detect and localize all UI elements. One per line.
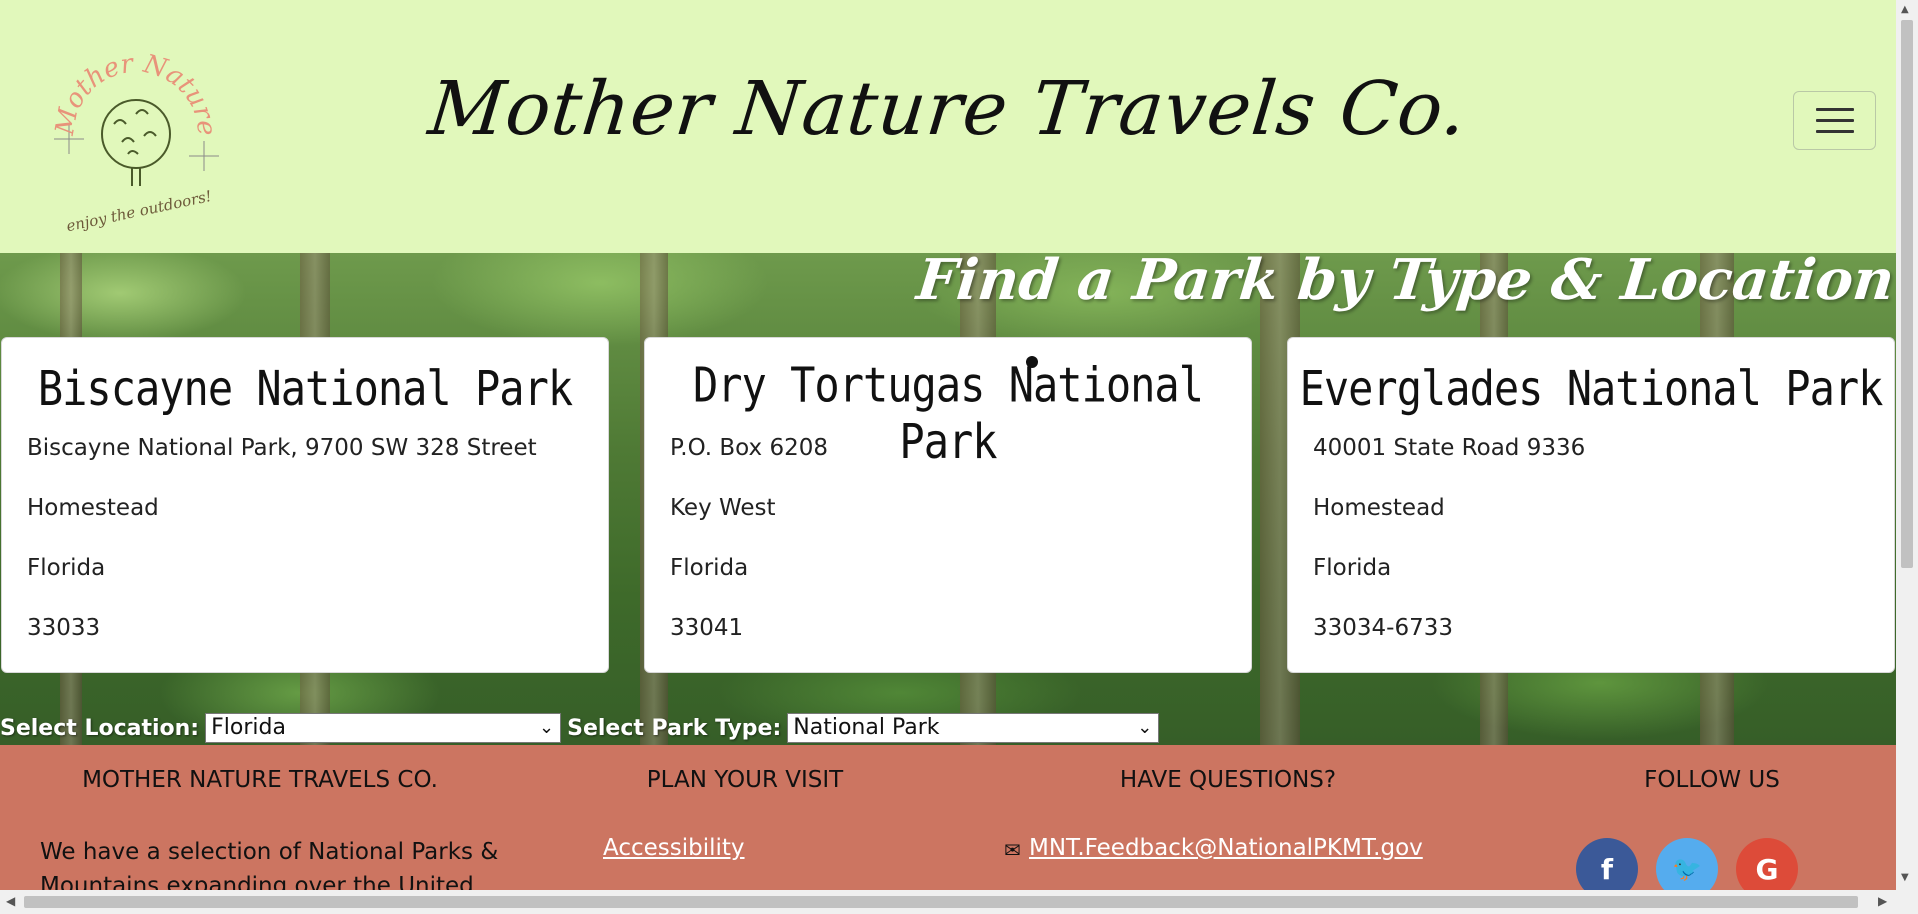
- park-address: P.O. Box 6208: [670, 435, 828, 461]
- google-icon[interactable]: G: [1736, 838, 1798, 890]
- footer-questions-heading: HAVE QUESTIONS?: [1119, 767, 1337, 793]
- footer-about-heading: MOTHER NATURE TRAVELS CO.: [82, 767, 438, 793]
- park-zip: 33034-6733: [1313, 615, 1453, 641]
- scroll-left-icon[interactable]: ◀: [6, 894, 15, 908]
- site-title: Mother Nature Travels Co.: [424, 66, 1472, 152]
- facebook-icon[interactable]: f: [1576, 838, 1638, 890]
- vertical-scrollbar[interactable]: ▲ ▼: [1896, 0, 1918, 890]
- park-zip: 33041: [670, 615, 744, 641]
- vertical-scroll-thumb[interactable]: [1901, 20, 1913, 568]
- park-state: Florida: [27, 555, 106, 581]
- site-footer: MOTHER NATURE TRAVELS CO. We have a sele…: [0, 745, 1896, 890]
- park-state: Florida: [1313, 555, 1392, 581]
- hamburger-menu-button[interactable]: [1793, 91, 1876, 150]
- accessibility-link[interactable]: Accessibility: [603, 835, 745, 861]
- scroll-up-icon[interactable]: ▲: [1901, 4, 1909, 15]
- horizontal-scroll-thumb[interactable]: [24, 896, 1858, 908]
- park-zip: 33033: [27, 615, 101, 641]
- park-address: Biscayne National Park, 9700 SW 328 Stre…: [27, 435, 537, 461]
- park-city: Homestead: [27, 495, 159, 521]
- page: Mother Nature enjoy the outdoors! Mother…: [0, 0, 1896, 890]
- footer-plan-heading: PLAN YOUR VISIT: [646, 767, 844, 793]
- park-type-select[interactable]: National Park ⌄: [787, 713, 1160, 743]
- horizontal-scrollbar[interactable]: ◀ ▶: [0, 890, 1896, 914]
- hamburger-menu-icon: [1815, 108, 1854, 111]
- footer-follow-heading: FOLLOW US: [1644, 767, 1780, 793]
- site-header: Mother Nature enjoy the outdoors! Mother…: [0, 0, 1896, 253]
- park-address: 40001 State Road 9336: [1313, 435, 1586, 461]
- envelope-icon: ✉: [1004, 838, 1021, 862]
- location-select[interactable]: Florida ⌄: [205, 713, 562, 743]
- feedback-email-link[interactable]: MNT.Feedback@NationalPKMT.gov: [1029, 835, 1423, 861]
- scroll-right-icon[interactable]: ▶: [1878, 894, 1887, 908]
- footer-about-text: We have a selection of National Parks & …: [40, 839, 499, 890]
- park-card[interactable]: Everglades National Park 40001 State Roa…: [1287, 337, 1895, 673]
- find-park-heading: Find a Park by Type & Location: [913, 247, 1896, 313]
- park-name: Everglades National Park: [1299, 360, 1884, 417]
- svg-text:enjoy the outdoors!: enjoy the outdoors!: [65, 187, 214, 235]
- park-state: Florida: [670, 555, 749, 581]
- chevron-down-icon: ⌄: [539, 717, 555, 738]
- twitter-icon[interactable]: 🐦: [1656, 838, 1718, 890]
- park-city: Key West: [670, 495, 776, 521]
- park-name: Biscayne National Park: [37, 360, 573, 417]
- scroll-down-icon[interactable]: ▼: [1901, 872, 1909, 883]
- park-city: Homestead: [1313, 495, 1445, 521]
- mouse-cursor-dot: [1026, 356, 1038, 368]
- chevron-down-icon: ⌄: [1137, 717, 1153, 738]
- location-label: Select Location:: [0, 715, 200, 741]
- park-type-label: Select Park Type:: [567, 715, 782, 741]
- scrollbar-corner: [1896, 890, 1918, 914]
- park-card[interactable]: Dry Tortugas National Park P.O. Box 6208…: [644, 337, 1252, 673]
- park-card[interactable]: Biscayne National Park Biscayne National…: [1, 337, 609, 673]
- park-filters: Select Location: Florida ⌄ Select Park T…: [0, 712, 1160, 744]
